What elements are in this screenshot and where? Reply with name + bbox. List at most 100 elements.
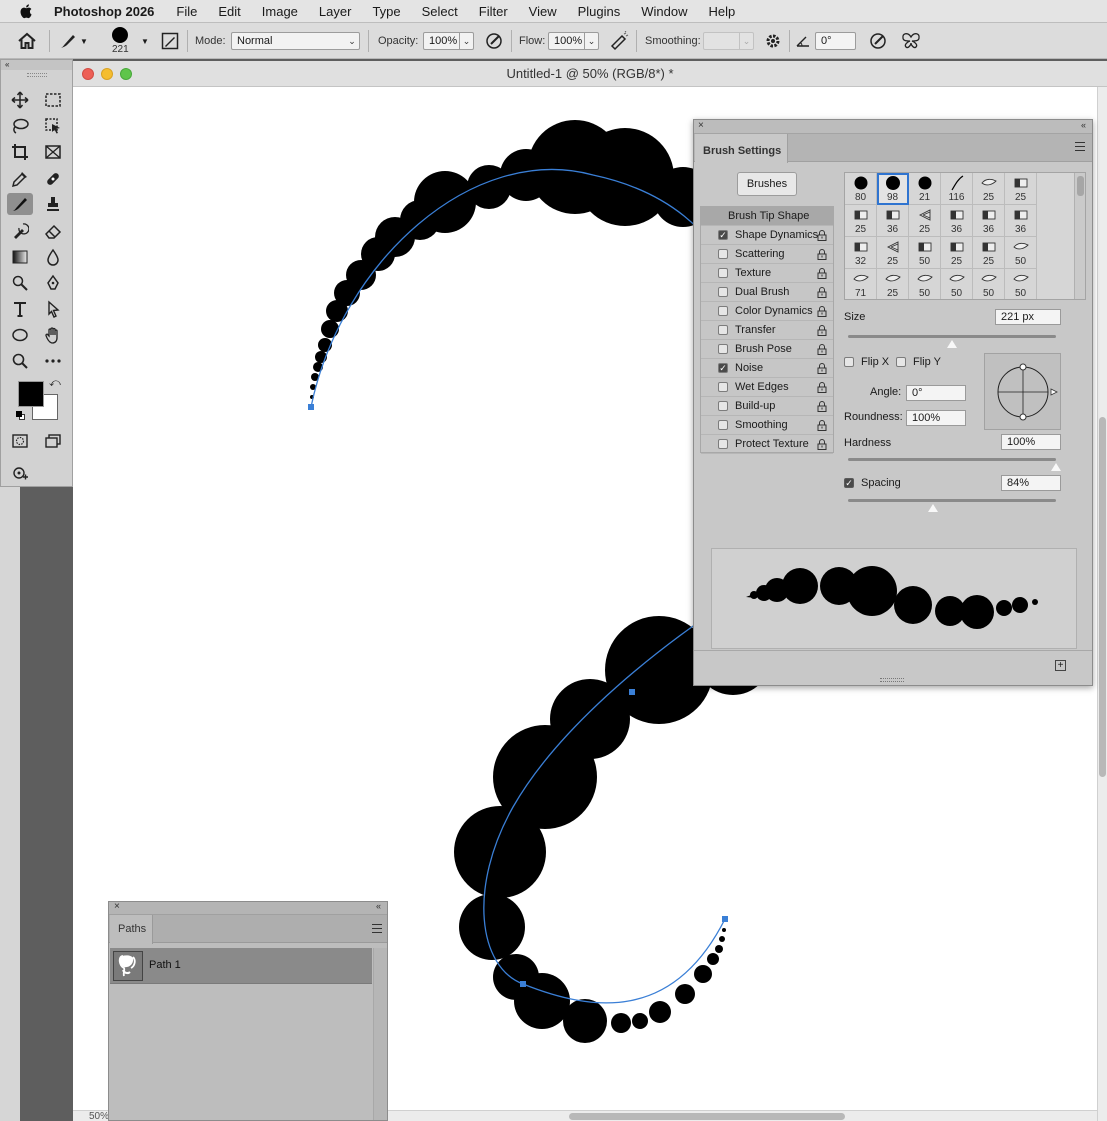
vertical-scrollbar[interactable]: [1097, 87, 1107, 1121]
collapse-panel-icon[interactable]: «: [376, 901, 381, 911]
brush-tip-preset[interactable]: 25: [1005, 173, 1037, 205]
lock-icon[interactable]: [817, 420, 827, 431]
menu-image[interactable]: Image: [262, 4, 298, 19]
pen-tool-icon[interactable]: [40, 272, 66, 294]
size-slider[interactable]: [848, 335, 1056, 338]
lock-icon[interactable]: [817, 363, 827, 374]
brush-option-item[interactable]: Build-up: [701, 397, 833, 416]
symmetry-butterfly-icon[interactable]: [900, 23, 922, 59]
smoothing-field[interactable]: ⌄: [703, 32, 754, 50]
menu-edit[interactable]: Edit: [218, 4, 240, 19]
more-tools-icon[interactable]: [40, 350, 66, 372]
pressure-opacity-icon[interactable]: [484, 23, 504, 59]
brush-tip-preset[interactable]: 25: [909, 205, 941, 237]
anchor-point[interactable]: [520, 981, 526, 987]
apple-icon[interactable]: [18, 3, 36, 19]
panel-menu-icon[interactable]: [372, 924, 382, 933]
zoom-tool-icon[interactable]: [7, 350, 33, 372]
panel-header-bar[interactable]: × «: [694, 120, 1092, 134]
brush-preset-picker[interactable]: 221: [112, 23, 129, 59]
close-panel-icon[interactable]: ×: [114, 901, 120, 912]
brush-option-checkbox[interactable]: ✓: [718, 363, 728, 373]
brush-option-item[interactable]: Protect Texture: [701, 435, 833, 454]
crop-tool-icon[interactable]: [7, 141, 33, 163]
resize-grip[interactable]: [880, 678, 904, 682]
clone-stamp-tool-icon[interactable]: [40, 193, 66, 215]
lock-icon[interactable]: [817, 306, 827, 317]
brush-option-item[interactable]: Texture: [701, 264, 833, 283]
brush-option-checkbox[interactable]: [718, 420, 728, 430]
brush-tip-preset[interactable]: 36: [1005, 205, 1037, 237]
quick-mask-icon[interactable]: [7, 430, 33, 452]
tips-scrollbar[interactable]: [1074, 173, 1085, 299]
lasso-tool-icon[interactable]: [7, 115, 33, 137]
lock-icon[interactable]: [817, 401, 827, 412]
blur-tool-icon[interactable]: [40, 246, 66, 268]
lock-icon[interactable]: [817, 382, 827, 393]
lock-icon[interactable]: [817, 344, 827, 355]
brush-option-item[interactable]: Transfer: [701, 321, 833, 340]
create-new-brush-icon[interactable]: +: [1055, 660, 1066, 671]
hardness-slider-thumb[interactable]: [1051, 463, 1061, 471]
toggle-brush-settings-icon[interactable]: [161, 23, 179, 59]
ellipse-tool-icon[interactable]: [7, 324, 33, 346]
angle-field[interactable]: 0°: [906, 385, 966, 401]
pressure-size-icon[interactable]: [868, 23, 888, 59]
chevron-down-icon[interactable]: ▼: [141, 23, 149, 59]
horizontal-scroll-thumb[interactable]: [569, 1113, 845, 1120]
path-selection-tool-icon[interactable]: [40, 298, 66, 320]
brush-option-item[interactable]: Smoothing: [701, 416, 833, 435]
brush-tip-preset[interactable]: 50: [973, 269, 1005, 299]
brush-tip-preset[interactable]: 25: [973, 173, 1005, 205]
lock-icon[interactable]: [817, 230, 827, 241]
spacing-slider-thumb[interactable]: [928, 504, 939, 512]
brush-tip-preset[interactable]: 25: [845, 205, 877, 237]
anchor-point[interactable]: [722, 916, 728, 922]
collapse-panel-icon[interactable]: «: [1, 60, 72, 70]
brush-tip-preset[interactable]: 32: [845, 237, 877, 269]
chevron-down-icon[interactable]: ⌄: [739, 33, 753, 49]
angle-roundness-preview[interactable]: [984, 353, 1061, 430]
flow-field[interactable]: 100% ⌄: [548, 32, 599, 50]
move-tool-icon[interactable]: [7, 89, 33, 111]
brush-tip-preset[interactable]: 25: [877, 237, 909, 269]
dodge-tool-icon[interactable]: [7, 272, 33, 294]
brush-tip-preset[interactable]: 80: [845, 173, 877, 205]
brush-option-item[interactable]: Dual Brush: [701, 283, 833, 302]
brush-tool-icon[interactable]: [7, 193, 33, 215]
brush-option-checkbox[interactable]: [718, 439, 728, 449]
gradient-tool-icon[interactable]: [7, 246, 33, 268]
lock-icon[interactable]: [817, 439, 827, 450]
spacing-field[interactable]: 84%: [1001, 475, 1061, 491]
size-slider-thumb[interactable]: [947, 340, 957, 348]
lock-icon[interactable]: [817, 287, 827, 298]
brush-tip-preset[interactable]: 50: [1005, 237, 1037, 269]
brush-tip-preset[interactable]: 25: [877, 269, 909, 299]
hand-tool-icon[interactable]: [40, 324, 66, 346]
brush-option-checkbox[interactable]: [718, 306, 728, 316]
menu-filter[interactable]: Filter: [479, 4, 508, 19]
brush-tip-preset[interactable]: 36: [877, 205, 909, 237]
menu-view[interactable]: View: [529, 4, 557, 19]
opacity-field[interactable]: 100% ⌄: [423, 32, 474, 50]
menu-layer[interactable]: Layer: [319, 4, 352, 19]
menu-help[interactable]: Help: [709, 4, 736, 19]
healing-brush-tool-icon[interactable]: [40, 168, 66, 190]
panel-header-bar[interactable]: × «: [109, 901, 387, 915]
hardness-field[interactable]: 100%: [1001, 434, 1061, 450]
hardness-slider[interactable]: [848, 458, 1056, 461]
home-icon[interactable]: [17, 23, 37, 59]
swap-colors-icon[interactable]: ⤺: [49, 377, 61, 390]
spacing-slider[interactable]: [848, 499, 1056, 502]
path-row[interactable]: Path 1: [110, 948, 372, 984]
type-tool-icon[interactable]: [7, 298, 33, 320]
tab-paths[interactable]: Paths: [110, 915, 153, 944]
anchor-point[interactable]: [629, 689, 635, 695]
flip-x-checkbox[interactable]: [844, 357, 854, 367]
brush-tip-preset[interactable]: 116: [941, 173, 973, 205]
marquee-tool-icon[interactable]: [40, 89, 66, 111]
brush-tip-preset[interactable]: 50: [909, 237, 941, 269]
paths-scrollbar[interactable]: [373, 948, 387, 1120]
default-colors-icon[interactable]: [16, 411, 26, 421]
edit-toolbar-icon[interactable]: [7, 462, 33, 484]
